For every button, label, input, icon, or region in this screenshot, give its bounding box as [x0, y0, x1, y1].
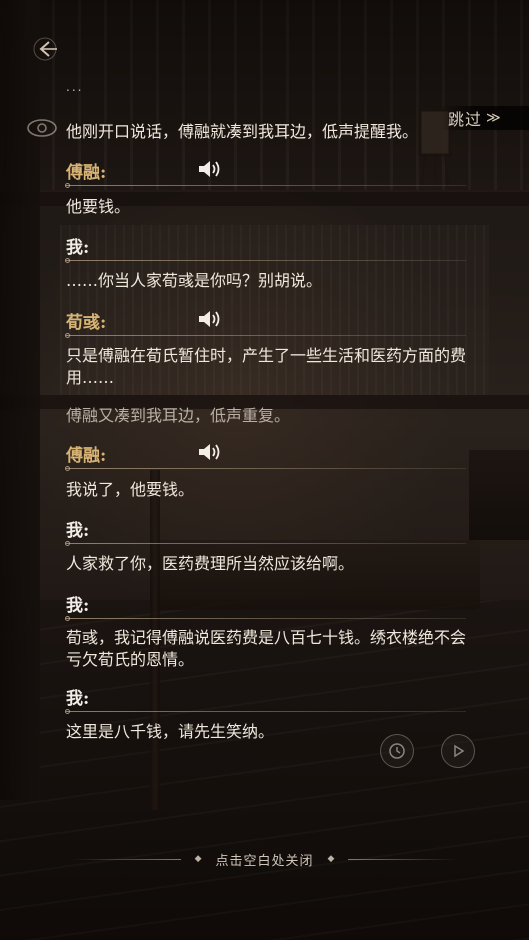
speaker-divider — [65, 466, 466, 471]
close-hint[interactable]: ◆ 点击空白处关闭 ◆ — [0, 848, 529, 870]
dialogue-text: ……你当人家荀彧是你吗？别胡说。 — [66, 271, 323, 290]
speaker-name: 我: — [66, 689, 90, 709]
narration-text: 傅融又凑到我耳边，低声重复。 — [66, 406, 291, 425]
speaker-divider — [65, 258, 466, 263]
dialogue-text: 我说了，他要钱。 — [66, 480, 195, 499]
divider-line — [70, 858, 181, 860]
dialogue-text: 这里是八千钱，请先生笑纳。 — [66, 722, 275, 741]
dialogue-text: 只是傅融在荀氏暂住时，产生了一些生活和医药方面的费用…… — [66, 346, 467, 387]
speaker-name: 我: — [66, 521, 90, 541]
dialogue-text: 人家救了你，医药费理所当然应该给啊。 — [66, 554, 355, 573]
speaker-name: 荀彧: — [66, 313, 107, 333]
divider-line — [348, 858, 459, 860]
speaker-name: 傅融: — [66, 446, 107, 466]
dialogue-text: 荀彧，我记得傅融说医药费是八百七十钱。绣衣楼绝不会亏欠荀氏的恩情。 — [66, 628, 467, 669]
speaker-row: 傅融: — [65, 158, 466, 188]
narration-text: 他刚开口说话，傅融就凑到我耳边，低声提醒我。 — [66, 122, 419, 141]
history-button[interactable] — [380, 734, 414, 768]
log-ellipsis: ... — [66, 80, 84, 94]
close-hint-label: 点击空白处关闭 — [215, 853, 314, 869]
speaker-row: 傅融: — [65, 441, 466, 471]
speaker-row: 我: — [65, 233, 466, 263]
speaker-name: 我: — [66, 238, 90, 258]
speaker-row: 我: — [65, 591, 466, 621]
speaker-divider — [65, 541, 466, 546]
speaker-name: 我: — [66, 596, 90, 616]
auto-play-button[interactable] — [441, 734, 475, 768]
speaker-voice-icon[interactable] — [196, 441, 222, 463]
dialogue-log: ... 他刚开口说话，傅融就凑到我耳边，低声提醒我。 傅融: 他要钱。 我: …… — [0, 0, 529, 940]
diamond-ornament-icon: ◆ — [327, 854, 335, 864]
speaker-row: 我: — [65, 516, 466, 546]
speaker-divider — [65, 183, 466, 188]
diamond-ornament-icon: ◆ — [194, 854, 202, 864]
speaker-divider — [65, 709, 466, 714]
speaker-divider — [65, 616, 466, 621]
speaker-voice-icon[interactable] — [196, 158, 222, 180]
speaker-row: 荀彧: — [65, 308, 466, 338]
speaker-row: 我: — [65, 684, 466, 714]
dialogue-text: 他要钱。 — [66, 197, 131, 216]
speaker-divider — [65, 333, 466, 338]
speaker-voice-icon[interactable] — [196, 308, 222, 330]
speaker-name: 傅融: — [66, 163, 107, 183]
history-icon — [389, 743, 405, 759]
play-icon — [454, 744, 465, 758]
